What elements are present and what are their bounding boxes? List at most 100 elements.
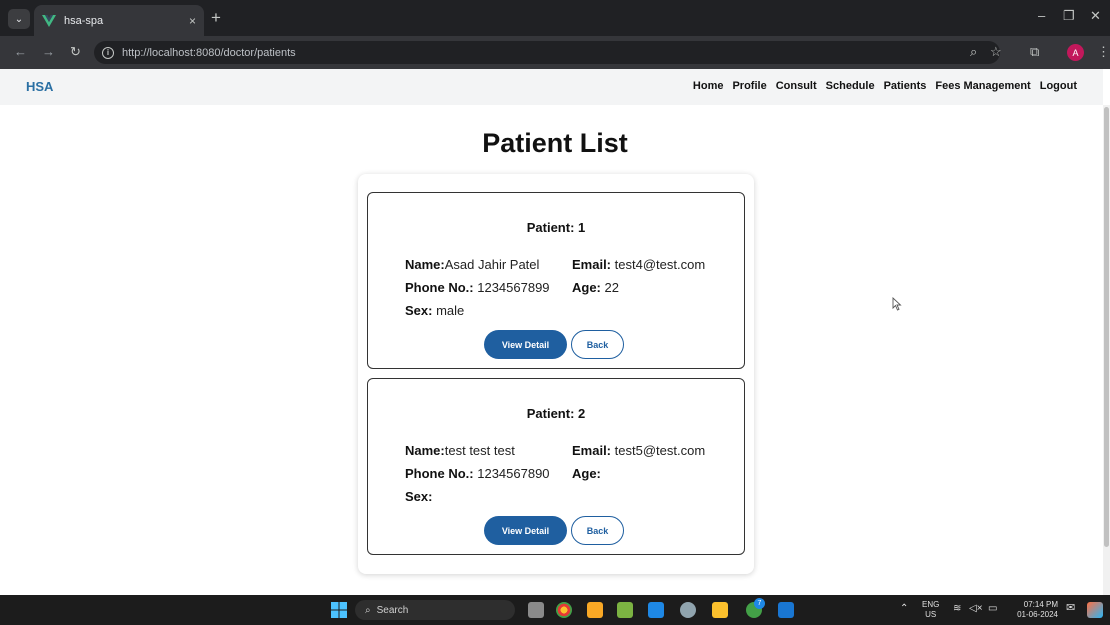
back-button[interactable]: Back [571, 330, 624, 359]
notification-badge: 7 [754, 598, 765, 609]
name-value: test test test [444, 443, 515, 458]
battery-icon[interactable]: ▭ [988, 604, 997, 614]
sex-value: male [436, 303, 465, 318]
browser-menu-icon[interactable]: ⋮ [1097, 44, 1110, 60]
language-bottom: US [925, 610, 937, 619]
chrome-icon[interactable] [556, 602, 572, 618]
notes-app-icon[interactable] [617, 602, 633, 618]
patient-age: Age: 22 [572, 280, 619, 295]
windows-start-icon[interactable] [331, 602, 347, 618]
back-button[interactable]: Back [571, 516, 624, 545]
patient-email: Email: test5@test.com [572, 443, 705, 458]
email-label: Email: [572, 443, 612, 458]
back-arrow-icon[interactable]: ← [14, 44, 27, 60]
view-detail-button[interactable]: View Detail [484, 330, 567, 359]
restore-button[interactable]: ❐ [1063, 8, 1075, 24]
settings-gear-icon[interactable] [680, 602, 696, 618]
notification-bell-icon[interactable]: ✉ [1066, 603, 1075, 614]
app-icon[interactable] [778, 602, 794, 618]
zoom-icon[interactable]: ⌕ [970, 44, 977, 60]
page-title: Patient List [482, 128, 628, 158]
email-label: Email: [572, 257, 612, 272]
patient-card: Patient: 2 Name:test test test Email: te… [367, 378, 745, 555]
whatsapp-icon[interactable]: 7 [746, 598, 765, 618]
patient-name: Name:Asad Jahir Patel [405, 257, 539, 272]
url-text: http://localhost:8080/doctor/patients [122, 46, 296, 59]
tray-chevron-up-icon[interactable]: ⌃ [900, 604, 908, 614]
nav-consult[interactable]: Consult [776, 80, 817, 92]
name-value: Asad Jahir Patel [444, 257, 540, 272]
task-view-icon[interactable] [528, 602, 544, 618]
bookmark-star-icon[interactable]: ☆ [990, 44, 1002, 60]
app-navbar: HSA Home Profile Consult Schedule Patien… [0, 69, 1103, 105]
name-label: Name: [405, 443, 445, 458]
phone-label: Phone No.: [405, 280, 474, 295]
extensions-icon[interactable]: ⧉ [1030, 44, 1039, 60]
browser-tab-strip: ⌄ hsa-spa × + – ❐ ✕ [0, 0, 1110, 36]
patient-card: Patient: 1 Name:Asad Jahir Patel Email: … [367, 192, 745, 369]
browser-toolbar: ← → ↻ i http://localhost:8080/doctor/pat… [0, 36, 1110, 69]
patient-phone: Phone No.: 1234567899 [405, 280, 550, 295]
site-info-icon[interactable]: i [102, 46, 114, 59]
patient-list-container: Patient: 1 Name:Asad Jahir Patel Email: … [358, 174, 754, 574]
phone-value: 1234567899 [477, 280, 550, 295]
wifi-icon[interactable]: ≋ [953, 604, 961, 614]
nav-home[interactable]: Home [693, 80, 724, 92]
file-app-icon[interactable] [587, 602, 603, 618]
clock[interactable]: 07:14 PM 01-06-2024 [1008, 600, 1058, 620]
profile-avatar[interactable]: A [1067, 44, 1084, 61]
view-detail-button[interactable]: View Detail [484, 516, 567, 545]
patient-sex: Sex: male [405, 303, 464, 318]
age-value: 22 [604, 280, 619, 295]
vscode-icon[interactable] [648, 602, 664, 618]
minimize-button[interactable]: – [1038, 8, 1045, 23]
windows-taskbar: ⌕ Search 7 ⌃ ENG US ≋ ◁× ▭ 07:14 PM 01-0… [0, 595, 1110, 625]
nav-patients[interactable]: Patients [884, 80, 927, 92]
tab-close-icon[interactable]: × [189, 14, 196, 28]
nav-logout[interactable]: Logout [1040, 80, 1077, 92]
tab-search-menu-button[interactable]: ⌄ [8, 9, 30, 29]
language-top: ENG [922, 600, 940, 609]
tab-title: hsa-spa [64, 14, 104, 27]
email-value: test5@test.com [614, 443, 706, 458]
patient-card-title: Patient: 2 [526, 406, 586, 421]
scrollbar-thumb[interactable] [1104, 107, 1109, 547]
clock-date: 01-06-2024 [1017, 610, 1058, 619]
nav-profile[interactable]: Profile [732, 80, 766, 92]
close-window-button[interactable]: ✕ [1090, 8, 1101, 24]
patient-email: Email: test4@test.com [572, 257, 705, 272]
phone-label: Phone No.: [405, 466, 474, 481]
sex-label: Sex: [405, 489, 433, 504]
email-value: test4@test.com [614, 257, 706, 272]
patient-phone: Phone No.: 1234567890 [405, 466, 550, 481]
search-icon: ⌕ [365, 604, 371, 616]
clock-time: 07:14 PM [1023, 600, 1058, 609]
copilot-icon[interactable] [1087, 602, 1103, 618]
file-explorer-icon[interactable] [712, 602, 728, 618]
nav-links: Home Profile Consult Schedule Patients F… [693, 80, 1077, 92]
mouse-cursor-icon [892, 297, 902, 311]
vue-logo-icon [42, 14, 56, 27]
address-bar[interactable]: i http://localhost:8080/doctor/patients [94, 41, 1000, 64]
forward-arrow-icon[interactable]: → [42, 44, 55, 60]
taskbar-search-label: Search [376, 604, 409, 616]
nav-schedule[interactable]: Schedule [826, 80, 875, 92]
patient-card-title: Patient: 1 [526, 220, 586, 235]
reload-icon[interactable]: ↻ [70, 44, 81, 60]
volume-icon[interactable]: ◁× [969, 604, 983, 614]
nav-fees-management[interactable]: Fees Management [935, 80, 1030, 92]
phone-value: 1234567890 [477, 466, 550, 481]
brand-logo[interactable]: HSA [26, 79, 53, 94]
page-scrollbar[interactable] [1103, 105, 1110, 595]
age-label: Age: [572, 280, 601, 295]
browser-tab[interactable]: hsa-spa × [34, 5, 204, 36]
age-label: Age: [572, 466, 601, 481]
patient-sex: Sex: [405, 489, 432, 504]
taskbar-search[interactable]: ⌕ Search [355, 600, 515, 620]
sex-label: Sex: [405, 303, 433, 318]
patient-age: Age: [572, 466, 601, 481]
new-tab-button[interactable]: + [211, 8, 221, 28]
language-indicator[interactable]: ENG US [922, 600, 939, 620]
patient-name: Name:test test test [405, 443, 515, 458]
name-label: Name: [405, 257, 445, 272]
